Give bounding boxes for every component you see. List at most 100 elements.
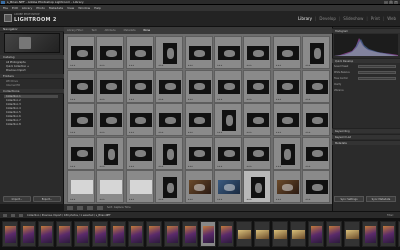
navigator-header[interactable]: Navigator <box>0 27 64 32</box>
photo-thumbnail[interactable] <box>310 43 325 64</box>
filmstrip-cell[interactable] <box>308 221 324 247</box>
filmstrip-thumbnail[interactable] <box>131 226 142 243</box>
folder-item[interactable]: WD Drive <box>6 80 18 83</box>
filter-text[interactable]: Text <box>92 29 97 32</box>
grid-cell[interactable]: ★★★ <box>125 103 154 137</box>
rating-stars[interactable]: ★★★ <box>217 199 222 201</box>
photo-thumbnail[interactable] <box>247 79 270 94</box>
rating-stars[interactable]: ★★★ <box>188 65 193 67</box>
rating-stars[interactable]: ★★★ <box>276 65 281 67</box>
histogram-header[interactable]: Histogram <box>332 28 400 33</box>
filmstrip-cell[interactable] <box>164 221 180 247</box>
grid-cell[interactable]: ★★★ <box>184 36 213 69</box>
sync-settings-button[interactable]: Sync Settings <box>334 196 364 202</box>
photo-thumbnail[interactable] <box>247 146 270 161</box>
rating-stars[interactable]: ★★★ <box>158 99 163 101</box>
collection-item[interactable]: Collection 5 <box>6 111 21 114</box>
grid-cell[interactable]: ★★★ <box>214 170 242 204</box>
photo-thumbnail[interactable] <box>129 79 152 94</box>
photo-thumbnail[interactable] <box>71 46 93 60</box>
catalog-item[interactable]: Previous Import <box>6 69 26 72</box>
filmstrip-thumbnail[interactable] <box>185 226 196 243</box>
filmstrip-thumbnail[interactable] <box>113 226 124 243</box>
grid-cell[interactable]: ★★★ <box>184 170 213 204</box>
rating-stars[interactable]: ★★★ <box>188 166 193 168</box>
rating-stars[interactable]: ★★★ <box>99 199 104 201</box>
sort-label[interactable]: Sort: Capture Time <box>107 206 131 209</box>
photo-thumbnail[interactable] <box>100 180 123 195</box>
filmstrip-cell[interactable] <box>362 221 378 247</box>
grid-cell[interactable]: ★★★ <box>155 103 184 137</box>
import-button[interactable]: Import... <box>3 196 31 202</box>
filmstrip-cell[interactable] <box>218 221 234 247</box>
collection-item[interactable]: Collection 4 <box>6 107 21 110</box>
grid-cell[interactable]: ★★★ <box>214 103 242 137</box>
keyword-list-header[interactable]: Keyword List <box>332 134 400 139</box>
grid-cell[interactable]: ★★★ <box>272 170 301 204</box>
photo-thumbnail[interactable] <box>218 46 240 60</box>
filmstrip-cell[interactable] <box>290 221 306 247</box>
grid-cell[interactable]: ★★★ <box>302 136 331 170</box>
filmstrip-thumbnail[interactable] <box>203 226 214 243</box>
photo-thumbnail[interactable] <box>100 46 123 60</box>
grid-cell[interactable]: ★★★ <box>302 170 331 204</box>
grid-cell[interactable]: ★★★ <box>125 136 154 170</box>
grid-cell[interactable]: ★★★ <box>214 36 242 69</box>
photo-thumbnail[interactable] <box>280 143 295 165</box>
grid-cell[interactable]: ★★★ <box>184 136 213 170</box>
photo-thumbnail[interactable] <box>188 180 211 195</box>
menu-edit[interactable]: Edit <box>12 6 18 10</box>
photo-thumbnail[interactable] <box>218 146 240 161</box>
rating-stars[interactable]: ★★★ <box>276 166 281 168</box>
grid-cell[interactable]: ★★★ <box>243 69 272 103</box>
rating-stars[interactable]: ★★★ <box>99 99 104 101</box>
filmstrip-cell[interactable] <box>20 221 36 247</box>
second-window-icon[interactable] <box>11 213 15 217</box>
photo-thumbnail[interactable] <box>218 79 240 94</box>
grid-cell[interactable]: ★★★ <box>272 36 301 69</box>
photo-thumbnail[interactable] <box>306 79 329 94</box>
rating-stars[interactable]: ★★★ <box>276 199 281 201</box>
main-window-icon[interactable] <box>3 213 7 217</box>
filmstrip-cell[interactable] <box>344 221 360 247</box>
grid-cell[interactable]: ★★★ <box>243 36 272 69</box>
menu-photo[interactable]: Photo <box>36 6 45 10</box>
rating-stars[interactable]: ★★★ <box>129 166 134 168</box>
module-slideshow[interactable]: Slideshow <box>343 16 363 21</box>
grid-cell[interactable]: ★★★ <box>155 136 184 170</box>
filmstrip-thumbnail[interactable] <box>221 226 232 243</box>
minimize-button[interactable]: _ <box>384 0 388 4</box>
filmstrip-cell[interactable] <box>2 221 18 247</box>
grid-cell[interactable]: ★★★ <box>67 103 95 137</box>
catalog-item[interactable]: All Photographs <box>6 61 26 64</box>
rating-stars[interactable]: ★★★ <box>70 99 75 101</box>
photo-thumbnail[interactable] <box>276 180 299 195</box>
rating-stars[interactable]: ★★★ <box>70 199 75 201</box>
filmstrip-thumbnail[interactable] <box>167 226 178 243</box>
rating-stars[interactable]: ★★★ <box>188 99 193 101</box>
photo-thumbnail[interactable] <box>276 79 299 94</box>
white-balance-dropdown[interactable] <box>358 71 396 74</box>
grid-cell[interactable]: ★★★ <box>243 103 272 137</box>
filter-metadata[interactable]: Metadata <box>124 29 136 32</box>
quick-develop-header[interactable]: Quick Develop <box>332 58 400 63</box>
survey-view-icon[interactable] <box>97 205 103 210</box>
rating-stars[interactable]: ★★★ <box>217 65 222 67</box>
filmstrip-thumbnail[interactable] <box>346 230 359 239</box>
collection-item[interactable]: Collection 3 <box>6 103 21 106</box>
grid-cell[interactable]: ★★★ <box>125 69 154 103</box>
grid-cell[interactable]: ★★★ <box>155 36 184 69</box>
filmstrip-cell[interactable] <box>74 221 90 247</box>
photo-thumbnail[interactable] <box>247 46 270 60</box>
photo-thumbnail[interactable] <box>129 113 152 128</box>
filmstrip-thumbnail[interactable] <box>5 226 16 243</box>
grid-cell[interactable]: ★★★ <box>155 69 184 103</box>
rating-stars[interactable]: ★★★ <box>99 166 104 168</box>
filmstrip-thumbnail[interactable] <box>77 226 88 243</box>
module-print[interactable]: Print <box>371 16 380 21</box>
photo-thumbnail[interactable] <box>71 79 93 94</box>
filmstrip-cell[interactable] <box>182 221 198 247</box>
menu-window[interactable]: Window <box>78 6 90 10</box>
grid-cell[interactable]: ★★★ <box>67 170 95 204</box>
rating-stars[interactable]: ★★★ <box>129 65 134 67</box>
